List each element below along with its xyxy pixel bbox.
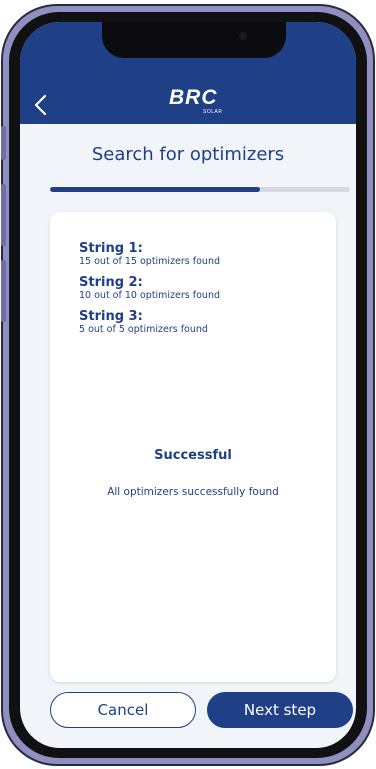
page-title: Search for optimizers [91, 144, 285, 165]
phone-frame: BRC SOLAR Search for optimizers String 1… [1, 4, 375, 766]
progress-fill [50, 187, 260, 192]
progress-bar [50, 187, 350, 192]
cancel-button[interactable]: Cancel [50, 692, 196, 728]
string-detail: 10 out of 10 optimizers found [79, 290, 221, 301]
string-detail: 5 out of 5 optimizers found [79, 324, 208, 335]
notch [102, 22, 286, 58]
app-header: BRC SOLAR [20, 22, 356, 124]
string-detail: 15 out of 15 optimizers found [79, 256, 221, 267]
front-camera [239, 32, 247, 40]
status-title: Successful [154, 448, 232, 463]
string-title: String 3: [79, 309, 143, 324]
results-card: String 1: 15 out of 15 optimizers found … [50, 212, 336, 682]
logo-text: BRC [169, 86, 218, 109]
phone-bezel: BRC SOLAR Search for optimizers String 1… [9, 12, 367, 758]
string-item: String 2: 10 out of 10 optimizers found [79, 275, 220, 302]
next-step-button[interactable]: Next step [207, 692, 353, 728]
volume-down-button [1, 260, 6, 322]
string-title: String 1: [79, 241, 143, 256]
logo-subtext: SOLAR [203, 109, 223, 115]
brc-solar-logo: BRC SOLAR [169, 86, 229, 118]
app-screen: BRC SOLAR Search for optimizers String 1… [20, 22, 356, 748]
volume-up-button [1, 184, 6, 246]
mute-switch [1, 126, 6, 160]
status-message: All optimizers successfully found [107, 486, 279, 498]
string-item: String 1: 15 out of 15 optimizers found [79, 241, 220, 268]
string-item: String 3: 5 out of 5 optimizers found [79, 309, 208, 336]
chevron-left-icon[interactable] [30, 92, 52, 118]
string-title: String 2: [79, 275, 143, 290]
